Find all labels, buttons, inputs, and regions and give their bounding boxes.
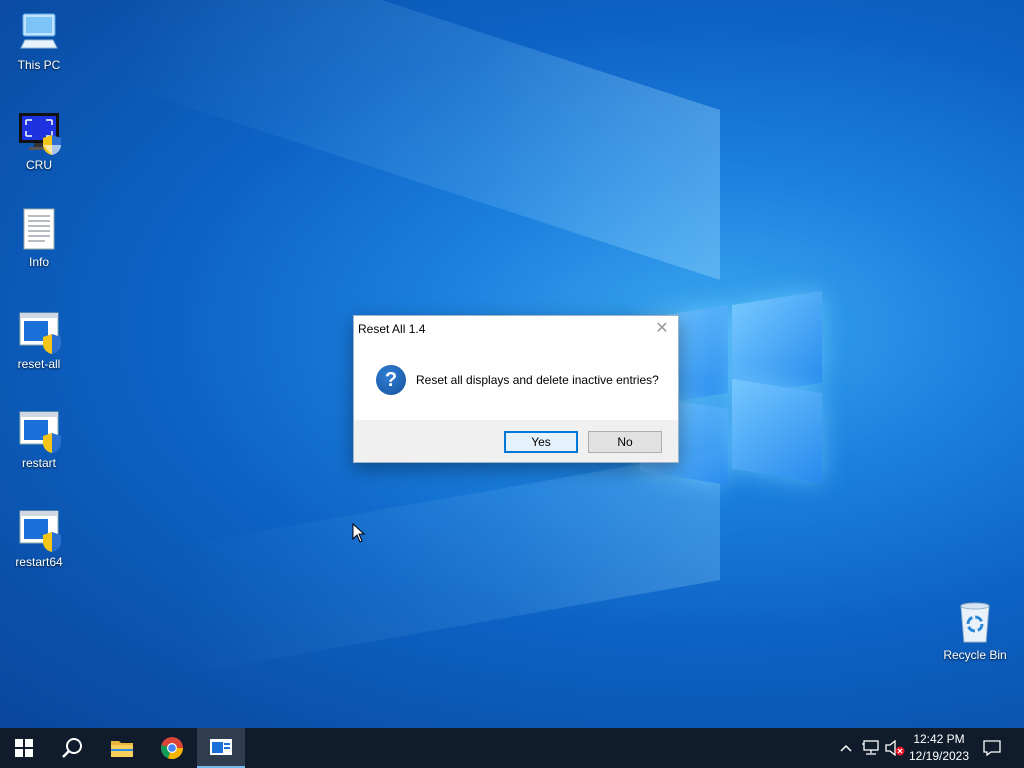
desktop-icon-recycle-bin[interactable]: Recycle Bin [937, 600, 1013, 662]
system-clock[interactable]: 12:42 PM 12/19/2023 [906, 731, 972, 767]
cru-monitor-icon [17, 110, 61, 155]
wallpaper-light-beam [120, 0, 720, 280]
desktop-icon-restart64[interactable]: restart64 [1, 507, 77, 569]
desktop-icon-label: reset-all [17, 357, 61, 371]
no-button[interactable]: No [588, 431, 662, 453]
uac-shield-icon [43, 334, 61, 354]
recycle-bin-icon [953, 600, 997, 644]
text-document-icon [17, 207, 61, 251]
desktop-background: This PC CRU Info reset-all restart resta… [0, 0, 1024, 728]
this-pc-icon [17, 10, 61, 54]
file-explorer-icon [111, 741, 133, 757]
start-icon [15, 739, 33, 757]
reset-all-dialog: Reset All 1.4 ✕ ? Reset all displays and… [353, 315, 679, 463]
logo-pane [732, 378, 822, 484]
dialog-title: Reset All 1.4 [358, 322, 426, 336]
search-button[interactable] [48, 728, 96, 768]
mouse-cursor-icon [352, 523, 366, 543]
shielded-app-icon [17, 408, 61, 453]
network-icon [862, 740, 879, 755]
question-icon: ? [376, 365, 406, 395]
show-hidden-icons-button[interactable] [836, 728, 856, 768]
start-button[interactable] [0, 728, 48, 768]
desktop-icon-cru[interactable]: CRU [1, 110, 77, 172]
clock-date: 12/19/2023 [908, 749, 970, 763]
desktop-icon-this-pc[interactable]: This PC [1, 10, 77, 72]
yes-button[interactable]: Yes [504, 431, 578, 453]
action-center-button[interactable] [980, 728, 1004, 768]
shielded-app-icon [17, 309, 61, 354]
shielded-app-icon [17, 507, 61, 552]
chevron-up-icon [840, 744, 852, 752]
uac-shield-icon [43, 135, 61, 155]
chrome-icon [161, 737, 184, 760]
active-app-icon [210, 739, 232, 755]
close-icon[interactable]: ✕ [652, 319, 672, 339]
desktop-icon-info[interactable]: Info [1, 207, 77, 269]
desktop-icon-restart[interactable]: restart [1, 408, 77, 470]
clock-time: 12:42 PM [913, 732, 965, 746]
desktop-icon-reset-all[interactable]: reset-all [1, 309, 77, 371]
desktop-icon-label: Info [28, 255, 49, 269]
chrome-button[interactable] [148, 728, 196, 768]
taskbar: 12:42 PM 12/19/2023 [0, 728, 1024, 768]
volume-button[interactable] [884, 728, 906, 768]
desktop-icon-label: CRU [26, 158, 52, 172]
file-explorer-button[interactable] [98, 728, 146, 768]
notifications-icon [983, 740, 1001, 756]
network-button[interactable] [860, 728, 882, 768]
uac-shield-icon [43, 532, 61, 552]
search-icon [62, 738, 82, 758]
wallpaper-light-beam [180, 450, 720, 676]
desktop-icon-label: restart64 [15, 555, 63, 569]
dialog-body: ? Reset all displays and delete inactive… [354, 342, 678, 420]
desktop-icon-label: This PC [17, 58, 61, 72]
dialog-message: Reset all displays and delete inactive e… [416, 373, 659, 387]
dialog-footer: Yes No [354, 420, 678, 462]
volume-muted-icon [885, 740, 905, 756]
dialog-title-bar[interactable]: Reset All 1.4 [354, 316, 678, 342]
desktop-icon-label: Recycle Bin [943, 648, 1007, 662]
desktop-icon-label: restart [21, 456, 56, 470]
uac-shield-icon [43, 433, 61, 453]
reset-all-taskbar-button[interactable] [197, 728, 245, 768]
